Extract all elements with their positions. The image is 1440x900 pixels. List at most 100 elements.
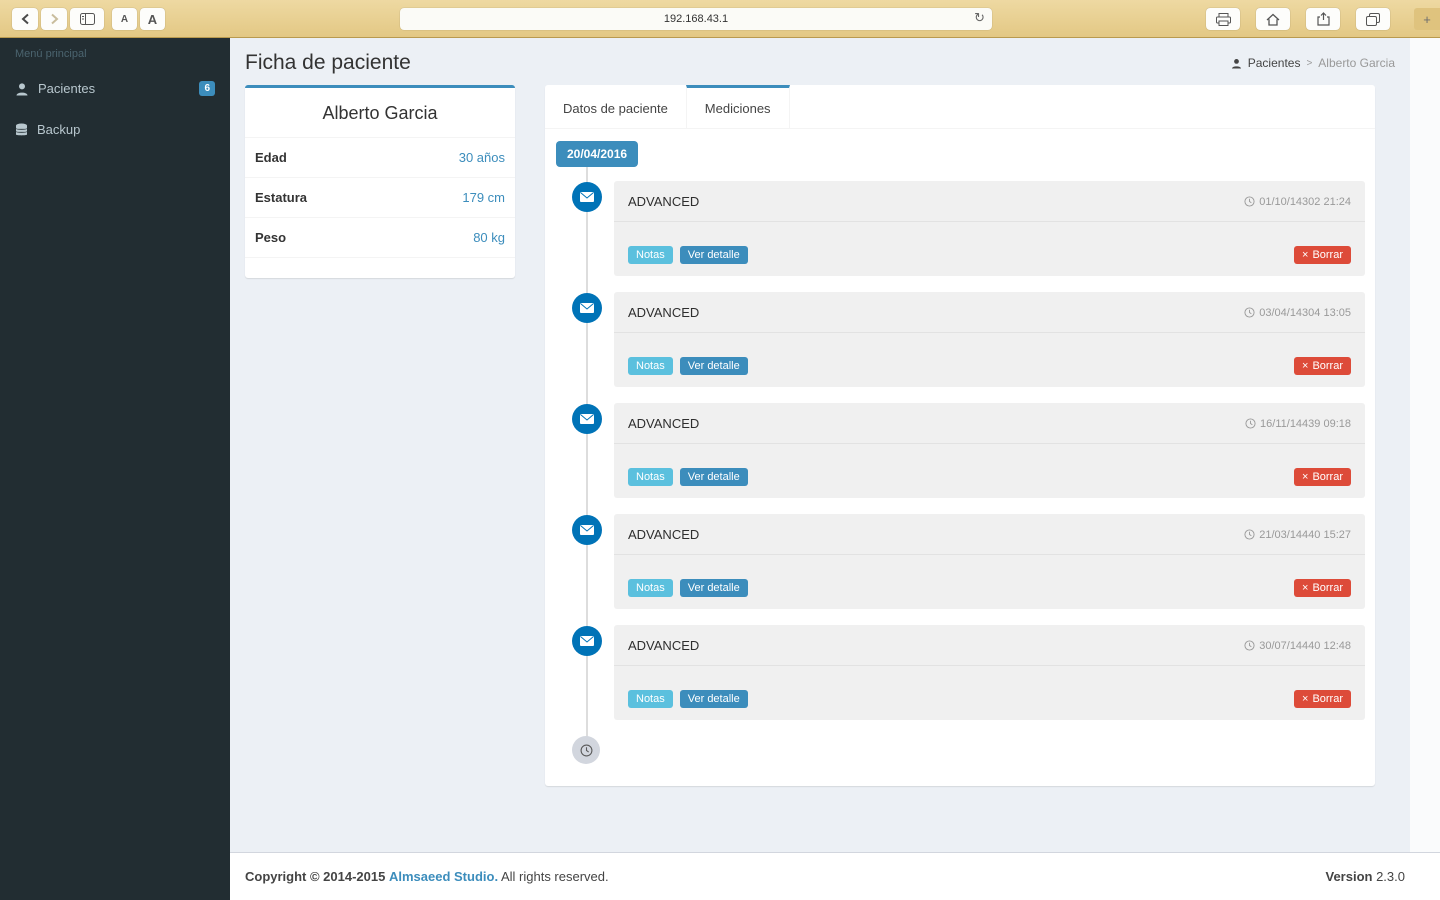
version-value: 2.3.0 [1376, 869, 1405, 884]
share-button[interactable] [1306, 8, 1340, 30]
patient-name: Alberto Garcia [245, 88, 515, 138]
home-button[interactable] [1256, 8, 1290, 30]
increase-font-button[interactable]: A [140, 8, 165, 30]
borrar-button[interactable]: × Borrar [1294, 246, 1351, 264]
envelope-icon [572, 626, 602, 656]
breadcrumb-separator: > [1306, 57, 1313, 69]
tab-mediciones[interactable]: Mediciones [685, 85, 790, 128]
timeline-entry: ADVANCED 21/03/14440 15:27 Notas Ver det… [572, 514, 1365, 609]
measurement-panel: ADVANCED 03/04/14304 13:05 Notas Ver det… [614, 292, 1365, 387]
notas-button[interactable]: Notas [628, 579, 673, 597]
new-tab-button[interactable]: + [1414, 8, 1440, 30]
ver-detalle-button[interactable]: Ver detalle [679, 690, 748, 708]
footer: Copyright © 2014-2015 Almsaeed Studio. A… [230, 852, 1440, 900]
measurement-timestamp: 03/04/14304 13:05 [1244, 307, 1351, 319]
measurement-panel: ADVANCED 30/07/14440 12:48 Notas Ver det… [614, 625, 1365, 720]
decrease-font-button[interactable]: A [112, 8, 137, 30]
clock-icon [1244, 196, 1255, 207]
tab-content-mediciones: 20/04/2016 ADVANCED 01/10/14302 21:24 No… [545, 129, 1375, 786]
measurement-title: ADVANCED [628, 416, 700, 431]
borrar-label: Borrar [1312, 471, 1343, 483]
scrollbar-gutter [1410, 38, 1440, 900]
breadcrumb: Pacientes > Alberto Garcia [1231, 56, 1395, 70]
notas-button[interactable]: Notas [628, 357, 673, 375]
sidebar-item-backup[interactable]: Backup [0, 109, 230, 150]
borrar-label: Borrar [1312, 582, 1343, 594]
printer-icon [1215, 12, 1231, 26]
print-button[interactable] [1206, 8, 1240, 30]
ver-detalle-button[interactable]: Ver detalle [679, 357, 748, 375]
row-label: Edad [255, 150, 287, 165]
chevron-left-icon [21, 13, 30, 25]
borrar-button[interactable]: × Borrar [1294, 690, 1351, 708]
close-icon: × [1302, 360, 1309, 372]
borrar-button[interactable]: × Borrar [1294, 579, 1351, 597]
close-icon: × [1302, 693, 1309, 705]
clock-icon [1244, 307, 1255, 318]
timeline-date-badge: 20/04/2016 [556, 141, 639, 167]
tab-nav: Datos de paciente Mediciones [545, 85, 1375, 129]
clock-icon [1245, 418, 1256, 429]
tab-datos-de-paciente[interactable]: Datos de paciente [545, 85, 686, 128]
notas-button[interactable]: Notas [628, 468, 673, 486]
almsaeed-studio-link[interactable]: Almsaeed Studio. [389, 869, 498, 884]
measurement-timestamp: 16/11/14439 09:18 [1245, 418, 1351, 430]
measurement-panel: ADVANCED 21/03/14440 15:27 Notas Ver det… [614, 514, 1365, 609]
borrar-label: Borrar [1312, 693, 1343, 705]
ver-detalle-button[interactable]: Ver detalle [679, 246, 748, 264]
row-value: 80 kg [473, 230, 505, 245]
borrar-label: Borrar [1312, 360, 1343, 372]
measurements-timeline: 20/04/2016 ADVANCED 01/10/14302 21:24 No… [555, 139, 1365, 764]
row-value: 179 cm [462, 190, 505, 205]
timestamp-text: 03/04/14304 13:05 [1259, 306, 1351, 319]
timeline-entry: ADVANCED 03/04/14304 13:05 Notas Ver det… [572, 292, 1365, 387]
measurement-timestamp: 30/07/14440 12:48 [1244, 640, 1351, 652]
sidebar-item-pacientes[interactable]: Pacientes 6 [0, 68, 230, 109]
page-title: Ficha de paciente [245, 51, 411, 74]
font-large-label: A [147, 11, 158, 27]
row-label: Estatura [255, 190, 308, 205]
clock-icon [1244, 529, 1255, 540]
footer-copyright: Copyright © 2014-2015 Almsaeed Studio. A… [245, 869, 609, 884]
patient-row-peso: Peso 80 kg [245, 218, 515, 258]
envelope-icon [572, 293, 602, 323]
main-content: Ficha de paciente Pacientes > Alberto Ga… [230, 38, 1440, 900]
tab-box: Datos de paciente Mediciones 20/04/2016 [545, 85, 1375, 786]
measurement-panel: ADVANCED 01/10/14302 21:24 Notas Ver det… [614, 181, 1365, 276]
reload-icon[interactable]: ↻ [974, 10, 985, 26]
notas-button[interactable]: Notas [628, 690, 673, 708]
timeline-entry: ADVANCED 30/07/14440 12:48 Notas Ver det… [572, 625, 1365, 720]
close-icon: × [1302, 249, 1309, 261]
reader-sidebar-icon [79, 13, 95, 25]
measurement-title: ADVANCED [628, 194, 700, 209]
version-label: Version [1325, 869, 1373, 884]
measurement-panel: ADVANCED 16/11/14439 09:18 Notas Ver det… [614, 403, 1365, 498]
measurement-timestamp: 21/03/14440 15:27 [1244, 529, 1351, 541]
plus-icon: + [1423, 11, 1431, 27]
borrar-button[interactable]: × Borrar [1294, 468, 1351, 486]
timeline-entry: ADVANCED 01/10/14302 21:24 Notas Ver det… [572, 181, 1365, 276]
timestamp-text: 21/03/14440 15:27 [1259, 528, 1351, 541]
user-icon [15, 82, 29, 96]
sidebar-item-label: Backup [37, 122, 81, 137]
close-icon: × [1302, 471, 1309, 483]
forward-button[interactable] [41, 8, 67, 30]
font-small-label: A [120, 13, 129, 25]
timestamp-text: 16/11/14439 09:18 [1260, 417, 1351, 430]
tabs-icon [1366, 12, 1380, 26]
timestamp-text: 30/07/14440 12:48 [1259, 639, 1351, 652]
patient-row-estatura: Estatura 179 cm [245, 178, 515, 218]
sidebar-toggle-button[interactable] [70, 8, 104, 30]
breadcrumb-pacientes-link[interactable]: Pacientes [1248, 56, 1301, 70]
address-bar[interactable]: 192.168.43.1 ↻ [400, 8, 992, 30]
tabs-overview-button[interactable] [1356, 8, 1390, 30]
measurement-title: ADVANCED [628, 305, 700, 320]
ver-detalle-button[interactable]: Ver detalle [679, 468, 748, 486]
close-icon: × [1302, 582, 1309, 594]
ver-detalle-button[interactable]: Ver detalle [679, 579, 748, 597]
back-button[interactable] [12, 8, 38, 30]
user-icon [1231, 58, 1242, 69]
borrar-button[interactable]: × Borrar [1294, 357, 1351, 375]
notas-button[interactable]: Notas [628, 246, 673, 264]
home-icon [1266, 13, 1280, 26]
